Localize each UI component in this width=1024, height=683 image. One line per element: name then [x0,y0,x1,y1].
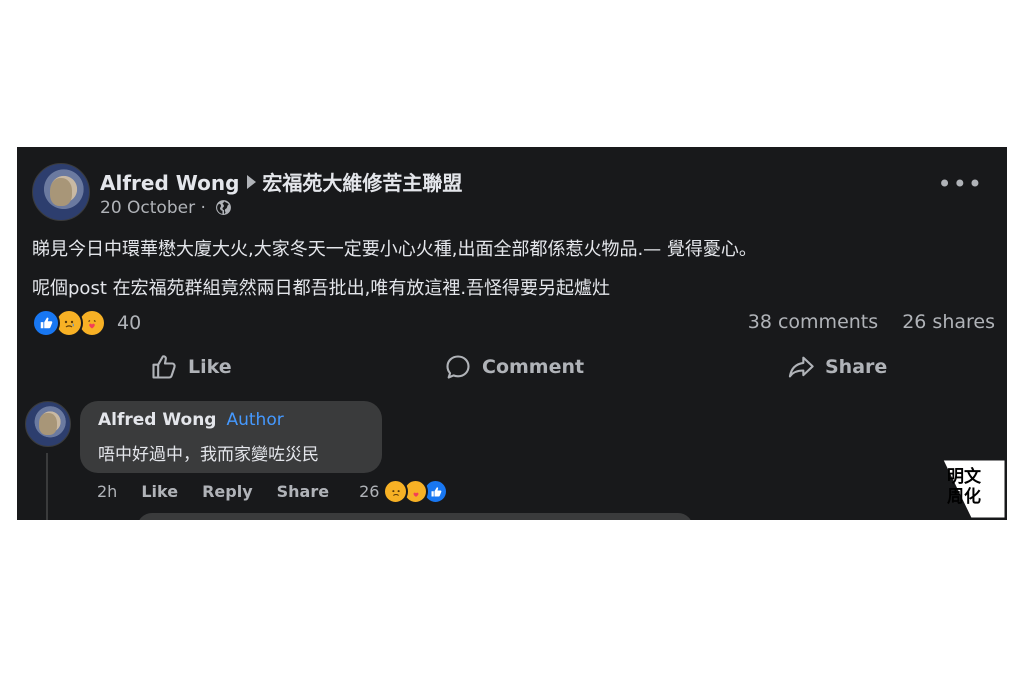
author-badge: Author [226,410,284,430]
share-button[interactable]: Share [787,353,887,381]
comment-button[interactable]: Comment [444,353,584,381]
commenter-avatar[interactable] [25,401,71,447]
post-text-line-1: 睇見今日中環華懋大廈大火,大家冬天一定要小心火種,出面全部都係惹火物品.— 覺得… [32,239,757,260]
comment-time[interactable]: 2h [97,482,117,501]
reaction-summary[interactable]: 40 [32,309,141,337]
comment-text: 唔中好過中，我而家變咗災民 [98,445,319,465]
post-action-bar: Like Comment Share [17,347,1007,387]
comment-header: Alfred Wong Author [98,410,284,430]
post-meta: 20 October · [100,198,232,221]
comment-icon [446,355,470,379]
share-button-label: Share [825,356,888,378]
caret-right-icon [247,175,257,189]
comment-preview-box[interactable] [137,513,693,520]
comment-reactions[interactable] [383,479,449,504]
post-date[interactable]: 20 October [100,198,195,218]
thread-line [46,453,48,520]
author-name[interactable]: Alfred Wong [100,171,239,195]
svg-text:明文: 明文 [947,466,982,487]
globe-icon [215,199,232,221]
more-options-icon[interactable]: ••• [938,172,983,196]
engagement-stats: 38 comments 26 shares [730,311,995,333]
sad-reaction-icon [383,479,409,504]
reaction-count: 40 [117,312,142,334]
group-name[interactable]: 宏福苑大維修苦主聯盟 [262,171,462,195]
comment-reaction-count: 26 [359,482,380,501]
like-button-label: Like [188,356,232,378]
comments-count[interactable]: 38 comments [748,311,878,333]
comment-reply-button[interactable]: Reply [202,482,253,501]
like-reaction-icon [32,309,60,337]
comment-button-label: Comment [482,356,585,378]
post-card: Alfred Wong 宏福苑大維修苦主聯盟 20 October · ••• 睇… [17,147,1007,520]
meta-separator: · [200,198,206,218]
comment-bubble: Alfred Wong Author 唔中好過中，我而家變咗災民 [80,401,382,473]
shares-count[interactable]: 26 shares [902,311,995,333]
comment-action-row: 2h Like Reply Share 26 [97,479,449,504]
comment-share-button[interactable]: Share [277,482,329,501]
share-arrow-icon [788,356,814,378]
author-avatar[interactable] [32,163,90,221]
comment-author-name[interactable]: Alfred Wong [98,410,216,430]
post-text-line-2: 呢個post 在宏福苑群組竟然兩日都吾批出,唯有放這裡.吾怪得要另起爐灶 [32,278,611,299]
comment-like-button[interactable]: Like [141,482,178,501]
watermark-logo: 明文 周化 [942,459,1006,519]
post-header: Alfred Wong 宏福苑大維修苦主聯盟 [100,167,462,196]
thumbs-up-icon [152,355,176,379]
like-button[interactable]: Like [150,353,232,381]
svg-text:周化: 周化 [947,486,981,507]
